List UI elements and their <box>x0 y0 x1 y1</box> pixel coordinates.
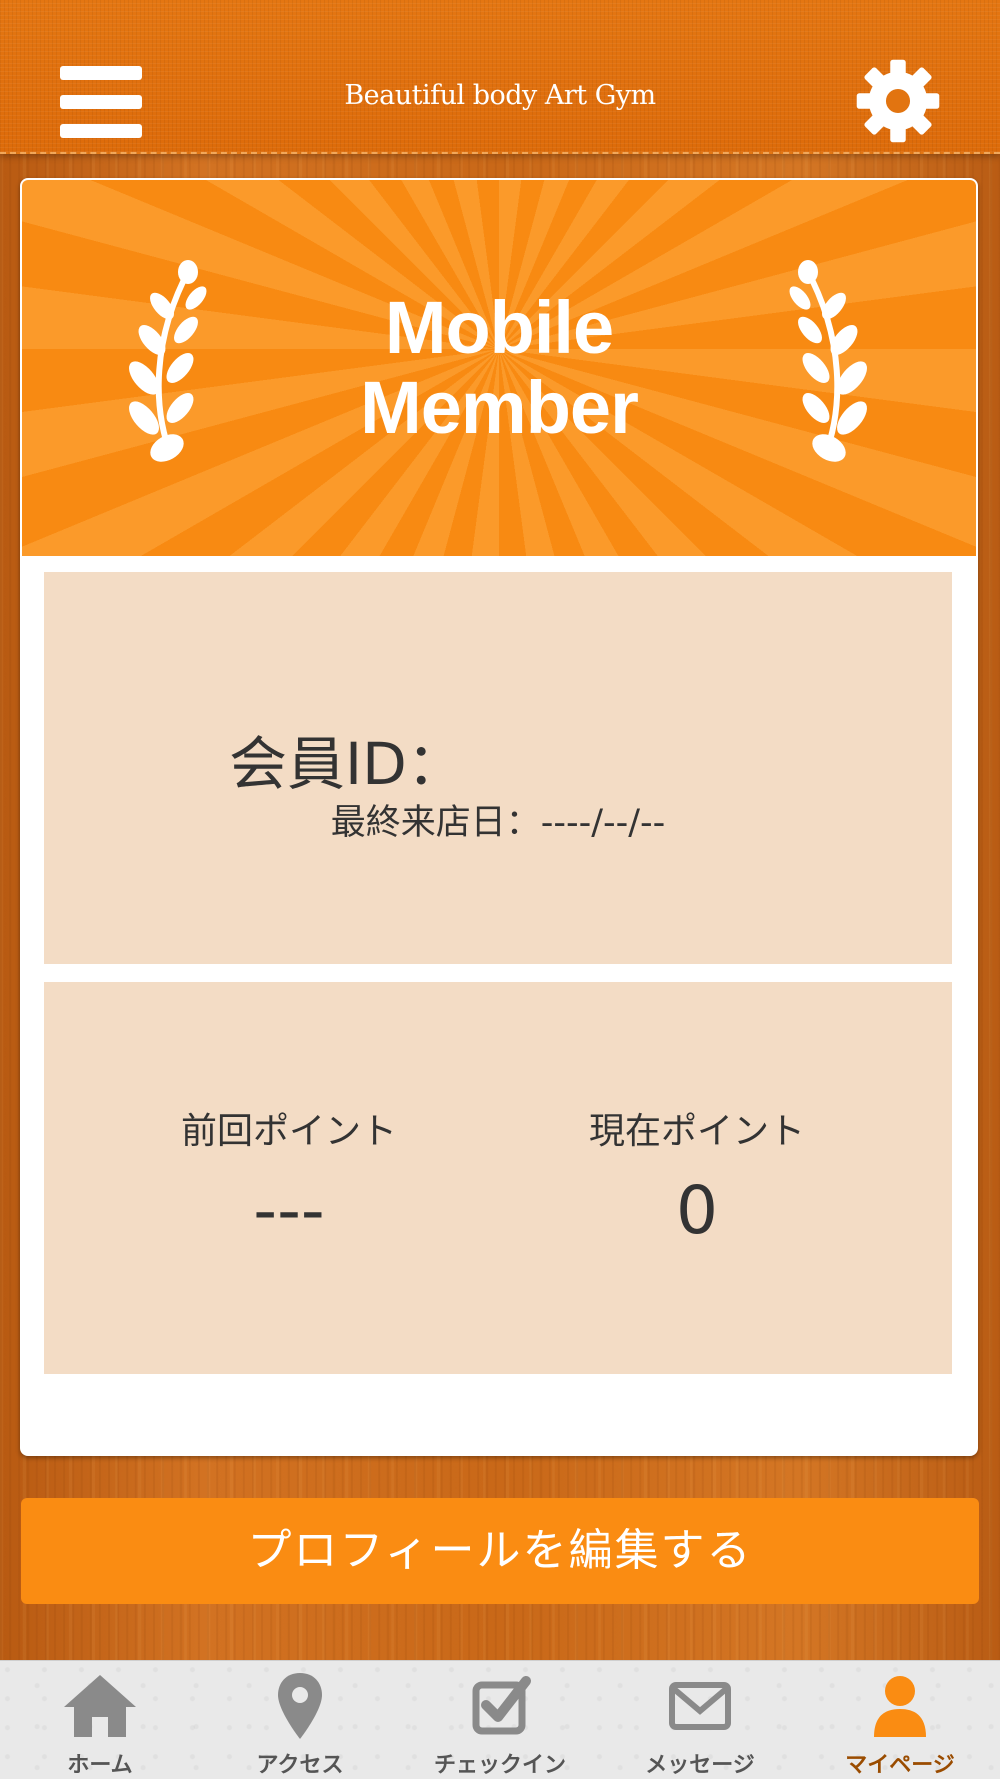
settings-button[interactable] <box>855 58 941 144</box>
member-card: Mobile Member 会員ID： 最終来店日：----/--/-- 前回ポ… <box>20 178 978 1456</box>
app-header: Beautiful body Art Gym <box>0 0 1000 154</box>
map-pin-icon <box>278 1673 322 1739</box>
app-title: Beautiful body Art Gym <box>344 80 656 111</box>
current-points: 現在ポイント 0 <box>497 1102 897 1249</box>
previous-points-label: 前回ポイント <box>180 1111 397 1152</box>
envelope-icon <box>669 1682 731 1730</box>
current-points-label: 現在ポイント <box>588 1111 805 1152</box>
laurel-icon <box>789 260 867 462</box>
tab-mypage[interactable]: マイページ <box>800 1661 1000 1779</box>
previous-points: 前回ポイント --- <box>89 1102 489 1249</box>
edit-profile-button[interactable]: プロフィールを編集する <box>21 1498 979 1604</box>
hamburger-menu-icon <box>60 66 142 80</box>
menu-button[interactable] <box>60 66 142 138</box>
tab-checkin[interactable]: チェックイン <box>400 1661 600 1779</box>
tab-message-label: メッセージ <box>645 1753 755 1778</box>
points-panel: 前回ポイント --- 現在ポイント 0 <box>44 982 952 1374</box>
current-points-value: 0 <box>676 1172 718 1249</box>
tab-message[interactable]: メッセージ <box>600 1661 800 1779</box>
hamburger-menu-icon-bar <box>60 124 142 138</box>
tab-checkin-label: チェックイン <box>433 1753 566 1778</box>
tab-home-label: ホーム <box>67 1753 133 1778</box>
tab-mypage-label: マイページ <box>845 1753 955 1778</box>
member-info-panel: 会員ID： 最終来店日：----/--/-- <box>44 572 952 964</box>
tab-home[interactable]: ホーム <box>0 1661 200 1779</box>
gear-icon <box>856 59 940 143</box>
home-icon <box>64 1675 136 1737</box>
tab-access[interactable]: アクセス <box>200 1661 400 1779</box>
member-id-label: 会員ID： <box>229 730 465 798</box>
checkbox-icon <box>472 1676 531 1735</box>
user-icon <box>874 1676 926 1737</box>
tab-access-label: アクセス <box>256 1753 344 1778</box>
hamburger-menu-icon-bar <box>60 95 142 109</box>
previous-points-value: --- <box>253 1172 325 1249</box>
member-banner: Mobile Member <box>22 180 976 556</box>
bottom-tab-bar: ホーム アクセス チェックイン メッセージ マイページ <box>0 1660 1000 1779</box>
last-visit-date: 最終来店日：----/--/-- <box>330 803 666 843</box>
